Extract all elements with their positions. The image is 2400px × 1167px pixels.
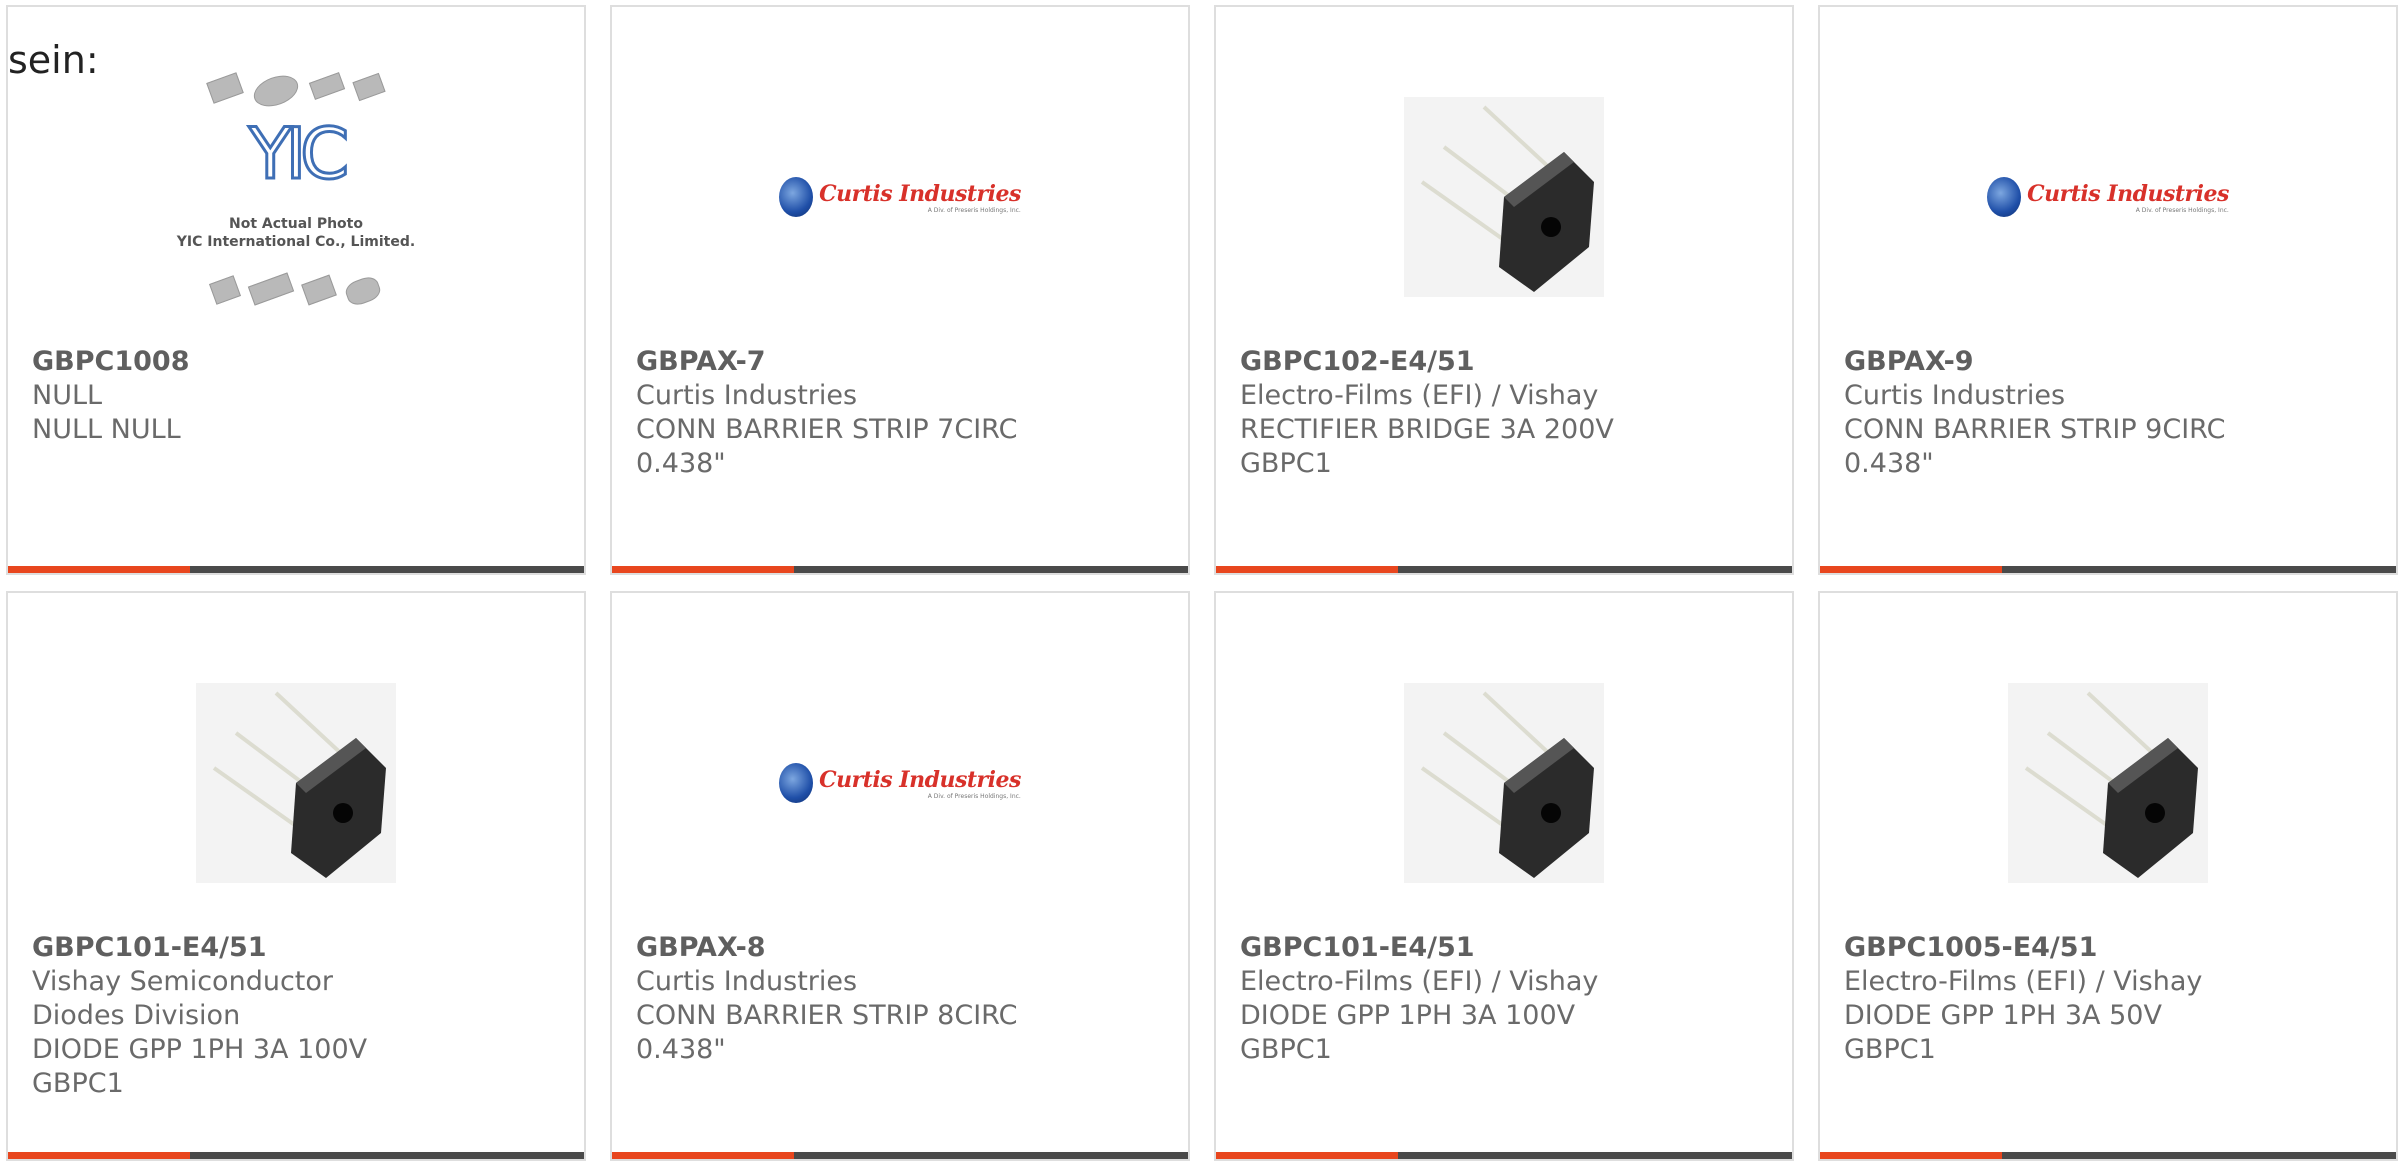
part-number[interactable]: GBPC1005-E4/51 xyxy=(1844,932,2097,963)
product-card[interactable]: Curtis Industries A Div. of Preseris Hold… xyxy=(610,591,1190,1161)
curtis-swirl-icon xyxy=(779,763,814,803)
product-image xyxy=(166,653,426,913)
yic-logo: YIC xyxy=(247,113,350,195)
part-number[interactable]: GBPC102-E4/51 xyxy=(1240,346,1475,377)
placeholder-note: Not Actual Photo YIC International Co., … xyxy=(176,216,416,250)
card-accent xyxy=(1216,566,1398,573)
card-bottom-bar xyxy=(612,566,1188,573)
part-number[interactable]: GBPC101-E4/51 xyxy=(1240,932,1475,963)
bridge-rectifier-image xyxy=(2008,683,2208,883)
card-bottom-bar xyxy=(1216,566,1792,573)
product-info: GBPAX-8 Curtis Industries CONN BARRIER S… xyxy=(636,931,1164,1067)
card-bottom-bar xyxy=(1216,1152,1792,1159)
card-bottom-bar xyxy=(8,1152,584,1159)
part-number[interactable]: GBPC101-E4/51 xyxy=(32,932,267,963)
card-accent xyxy=(1820,1152,2002,1159)
card-bottom-bar xyxy=(8,566,584,573)
part-number[interactable]: GBPC1008 xyxy=(32,346,190,377)
curtis-swirl-icon xyxy=(779,177,814,217)
card-bottom-bar xyxy=(612,1152,1188,1159)
description: DIODE GPP 1PH 3A 100V GBPC1 xyxy=(32,1034,368,1099)
part-number[interactable]: GBPAX-8 xyxy=(636,932,766,963)
product-image xyxy=(1978,653,2238,913)
card-bottom-bar xyxy=(1820,1152,2396,1159)
card-accent xyxy=(8,566,190,573)
part-number[interactable]: GBPAX-9 xyxy=(1844,346,1974,377)
manufacturer: Vishay Semiconductor Diodes Division xyxy=(32,966,333,1031)
product-info: GBPC101-E4/51 Vishay Semiconductor Diode… xyxy=(32,931,560,1101)
description: CONN BARRIER STRIP 7CIRC 0.438" xyxy=(636,414,1018,479)
product-image xyxy=(1374,653,1634,913)
product-info: GBPAX-9 Curtis Industries CONN BARRIER S… xyxy=(1844,345,2372,481)
bridge-rectifier-image xyxy=(1404,683,1604,883)
description: NULL NULL xyxy=(32,414,181,445)
manufacturer: Curtis Industries xyxy=(1844,380,2066,411)
product-card[interactable]: YIC Not Actual Photo YIC International C… xyxy=(6,5,586,575)
description: RECTIFIER BRIDGE 3A 200V GBPC1 xyxy=(1240,414,1614,479)
curtis-swirl-icon xyxy=(1987,177,2022,217)
product-image xyxy=(1374,67,1634,327)
product-grid: YIC Not Actual Photo YIC International C… xyxy=(6,5,2400,1161)
description: CONN BARRIER STRIP 9CIRC 0.438" xyxy=(1844,414,2226,479)
product-card[interactable]: GBPC101-E4/51 Electro-Films (EFI) / Vish… xyxy=(1214,591,1794,1161)
card-accent xyxy=(1216,1152,1398,1159)
description: DIODE GPP 1PH 3A 50V GBPC1 xyxy=(1844,1000,2162,1065)
product-info: GBPC1005-E4/51 Electro-Films (EFI) / Vis… xyxy=(1844,931,2372,1067)
card-accent xyxy=(612,566,794,573)
product-card[interactable]: Curtis Industries A Div. of Preseris Hold… xyxy=(1818,5,2398,575)
curtis-logo: Curtis Industries A Div. of Preseris Hold… xyxy=(1987,177,2229,217)
product-info: GBPC1008 NULL NULL NULL xyxy=(32,345,560,447)
part-number[interactable]: GBPAX-7 xyxy=(636,346,766,377)
card-accent xyxy=(8,1152,190,1159)
product-image: Curtis Industries A Div. of Preseris Hold… xyxy=(770,653,1030,913)
product-card[interactable]: GBPC1005-E4/51 Electro-Films (EFI) / Vis… xyxy=(1818,591,2398,1161)
card-bottom-bar xyxy=(1820,566,2396,573)
product-card[interactable]: GBPC101-E4/51 Vishay Semiconductor Diode… xyxy=(6,591,586,1161)
product-info: GBPC101-E4/51 Electro-Films (EFI) / Vish… xyxy=(1240,931,1768,1067)
description: DIODE GPP 1PH 3A 100V GBPC1 xyxy=(1240,1000,1576,1065)
bridge-rectifier-image xyxy=(1404,97,1604,297)
manufacturer: NULL xyxy=(32,380,103,411)
card-accent xyxy=(612,1152,794,1159)
curtis-logo: Curtis Industries A Div. of Preseris Hold… xyxy=(779,763,1021,803)
manufacturer: Electro-Films (EFI) / Vishay xyxy=(1844,966,2203,997)
product-card[interactable]: GBPC102-E4/51 Electro-Films (EFI) / Vish… xyxy=(1214,5,1794,575)
product-image: Curtis Industries A Div. of Preseris Hold… xyxy=(1978,67,2238,327)
product-info: GBPC102-E4/51 Electro-Films (EFI) / Vish… xyxy=(1240,345,1768,481)
product-info: GBPAX-7 Curtis Industries CONN BARRIER S… xyxy=(636,345,1164,481)
yic-placeholder-image: YIC Not Actual Photo YIC International C… xyxy=(166,67,426,327)
manufacturer: Curtis Industries xyxy=(636,380,858,411)
bridge-rectifier-image xyxy=(196,683,396,883)
product-card[interactable]: Curtis Industries A Div. of Preseris Hold… xyxy=(610,5,1190,575)
product-image: Curtis Industries A Div. of Preseris Hold… xyxy=(770,67,1030,327)
product-image: YIC Not Actual Photo YIC International C… xyxy=(166,67,426,327)
manufacturer: Electro-Films (EFI) / Vishay xyxy=(1240,380,1599,411)
manufacturer: Electro-Films (EFI) / Vishay xyxy=(1240,966,1599,997)
page-heading: sein: xyxy=(8,38,99,82)
curtis-logo: Curtis Industries A Div. of Preseris Hold… xyxy=(779,177,1021,217)
card-accent xyxy=(1820,566,2002,573)
manufacturer: Curtis Industries xyxy=(636,966,858,997)
description: CONN BARRIER STRIP 8CIRC 0.438" xyxy=(636,1000,1018,1065)
